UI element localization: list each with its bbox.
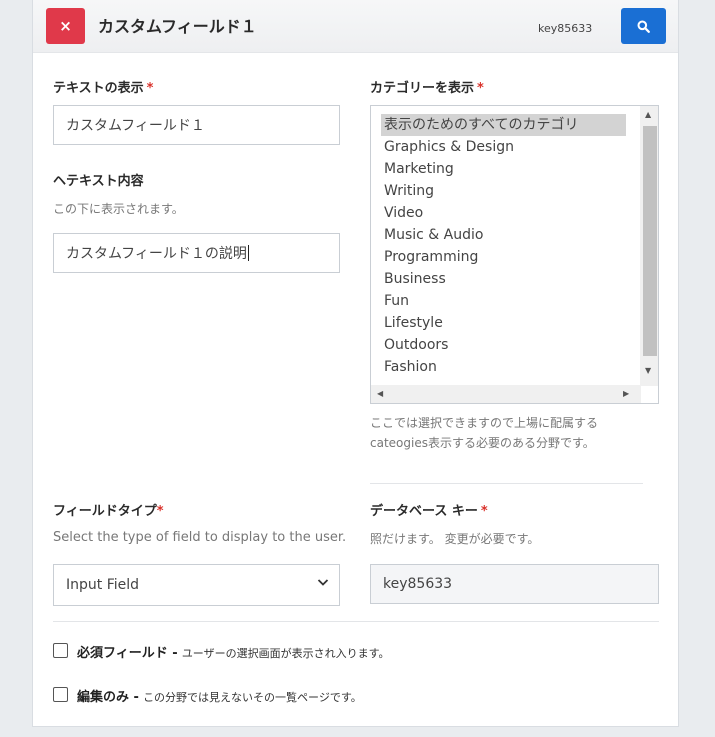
category-option[interactable]: Music & Audio bbox=[371, 224, 641, 246]
categories-help-line-1: ここでは選択できますので上場に配属する bbox=[370, 416, 599, 430]
db-key-help: 照だけます。 変更が必要です。 bbox=[370, 532, 540, 546]
categories-help-line-2: cateogies表示する必要のある分野です。 bbox=[370, 436, 595, 450]
category-option[interactable]: Writing bbox=[371, 180, 641, 202]
vertical-scrollbar[interactable]: ▲ ▼ bbox=[640, 106, 658, 386]
close-icon: × bbox=[59, 17, 72, 35]
db-key-label-text: データベース キー bbox=[370, 504, 478, 519]
divider bbox=[370, 483, 643, 484]
required-field-title: 必須フィールド - bbox=[77, 646, 178, 661]
field-type-select[interactable]: Input Field bbox=[53, 564, 340, 606]
category-option[interactable]: Fashion bbox=[371, 356, 641, 378]
custom-field-panel: × カスタムフィールド１ key85633 テキストの表示 * カスタムフィールド… bbox=[32, 0, 679, 727]
categories-listbox[interactable]: 表示のためのすべてのカテゴリ Graphics & Design Marketing… bbox=[370, 105, 659, 404]
chevron-down-icon bbox=[317, 579, 329, 586]
field-type-label-text: フィールドタイプ bbox=[53, 504, 157, 519]
required-mark: * bbox=[146, 81, 154, 96]
required-mark: * bbox=[477, 81, 484, 96]
category-option[interactable]: Programming bbox=[371, 246, 641, 268]
category-option[interactable]: Marketing bbox=[371, 158, 641, 180]
field-type-label: フィールドタイプ* bbox=[53, 500, 164, 519]
categories-label-text: カテゴリーを表示 bbox=[370, 81, 475, 96]
display-text-value: カスタムフィールド１ bbox=[66, 118, 205, 134]
display-text-label: テキストの表示 * bbox=[53, 77, 153, 96]
panel-header: × カスタムフィールド１ key85633 bbox=[33, 0, 678, 53]
db-key-value: key85633 bbox=[383, 576, 453, 592]
required-mark: * bbox=[480, 504, 488, 519]
required-field-label: 必須フィールド - ユーザーの選択画面が表示され入ります。 bbox=[77, 642, 390, 661]
db-key-label: データベース キー * bbox=[370, 500, 488, 519]
edit-only-checkbox[interactable] bbox=[53, 687, 68, 702]
header-key-label: key85633 bbox=[538, 22, 593, 35]
categories-help: ここでは選択できますので上場に配属する cateogies表示する必要のある分野… bbox=[370, 413, 598, 453]
category-option[interactable]: Graphics & Design bbox=[371, 136, 641, 158]
required-field-desc: ユーザーの選択画面が表示され入ります。 bbox=[181, 647, 390, 660]
categories-list: 表示のためのすべてのカテゴリ Graphics & Design Marketing… bbox=[371, 114, 641, 378]
divider bbox=[53, 621, 659, 622]
field-type-value: Input Field bbox=[66, 577, 140, 593]
categories-label: カテゴリーを表示 * bbox=[370, 77, 484, 96]
horizontal-scrollbar[interactable]: ◀ ▶ bbox=[371, 385, 641, 403]
category-option[interactable]: Lifestyle bbox=[371, 312, 641, 334]
required-field-checkbox[interactable] bbox=[53, 643, 68, 658]
help-text-label: ヘテキスト内容 bbox=[53, 174, 144, 189]
text-cursor bbox=[247, 245, 249, 261]
help-text-value: カスタムフィールド１の説明 bbox=[66, 246, 247, 262]
search-button[interactable] bbox=[621, 8, 666, 44]
help-text-help: この下に表示されます。 bbox=[53, 202, 184, 216]
display-text-input[interactable]: カスタムフィールド１ bbox=[53, 105, 340, 145]
scrollbar-thumb[interactable] bbox=[643, 126, 657, 356]
required-mark: * bbox=[156, 504, 164, 519]
category-option[interactable]: Video bbox=[371, 202, 641, 224]
category-option[interactable]: Business bbox=[371, 268, 641, 290]
edit-only-desc: この分野では見えないその一覧ページです。 bbox=[143, 691, 362, 704]
display-text-label-text: テキストの表示 bbox=[53, 81, 144, 96]
close-button[interactable]: × bbox=[46, 8, 85, 44]
scroll-right-icon[interactable]: ▶ bbox=[623, 389, 629, 398]
edit-only-label: 編集のみ - この分野では見えないその一覧ページです。 bbox=[77, 686, 362, 705]
db-key-input[interactable]: key85633 bbox=[370, 564, 659, 604]
field-type-help: Select the type of field to display to t… bbox=[53, 530, 347, 545]
scroll-up-icon[interactable]: ▲ bbox=[645, 110, 651, 119]
edit-only-title: 編集のみ - bbox=[77, 690, 139, 705]
category-option[interactable]: 表示のためのすべてのカテゴリ bbox=[381, 114, 626, 136]
category-option[interactable]: Fun bbox=[371, 290, 641, 312]
panel-title: カスタムフィールド１ bbox=[98, 17, 257, 36]
help-text-input[interactable]: カスタムフィールド１の説明 bbox=[53, 233, 340, 273]
search-icon bbox=[637, 20, 650, 33]
category-option[interactable]: Outdoors bbox=[371, 334, 641, 356]
scroll-down-icon[interactable]: ▼ bbox=[645, 366, 651, 375]
scroll-left-icon[interactable]: ◀ bbox=[377, 389, 383, 398]
